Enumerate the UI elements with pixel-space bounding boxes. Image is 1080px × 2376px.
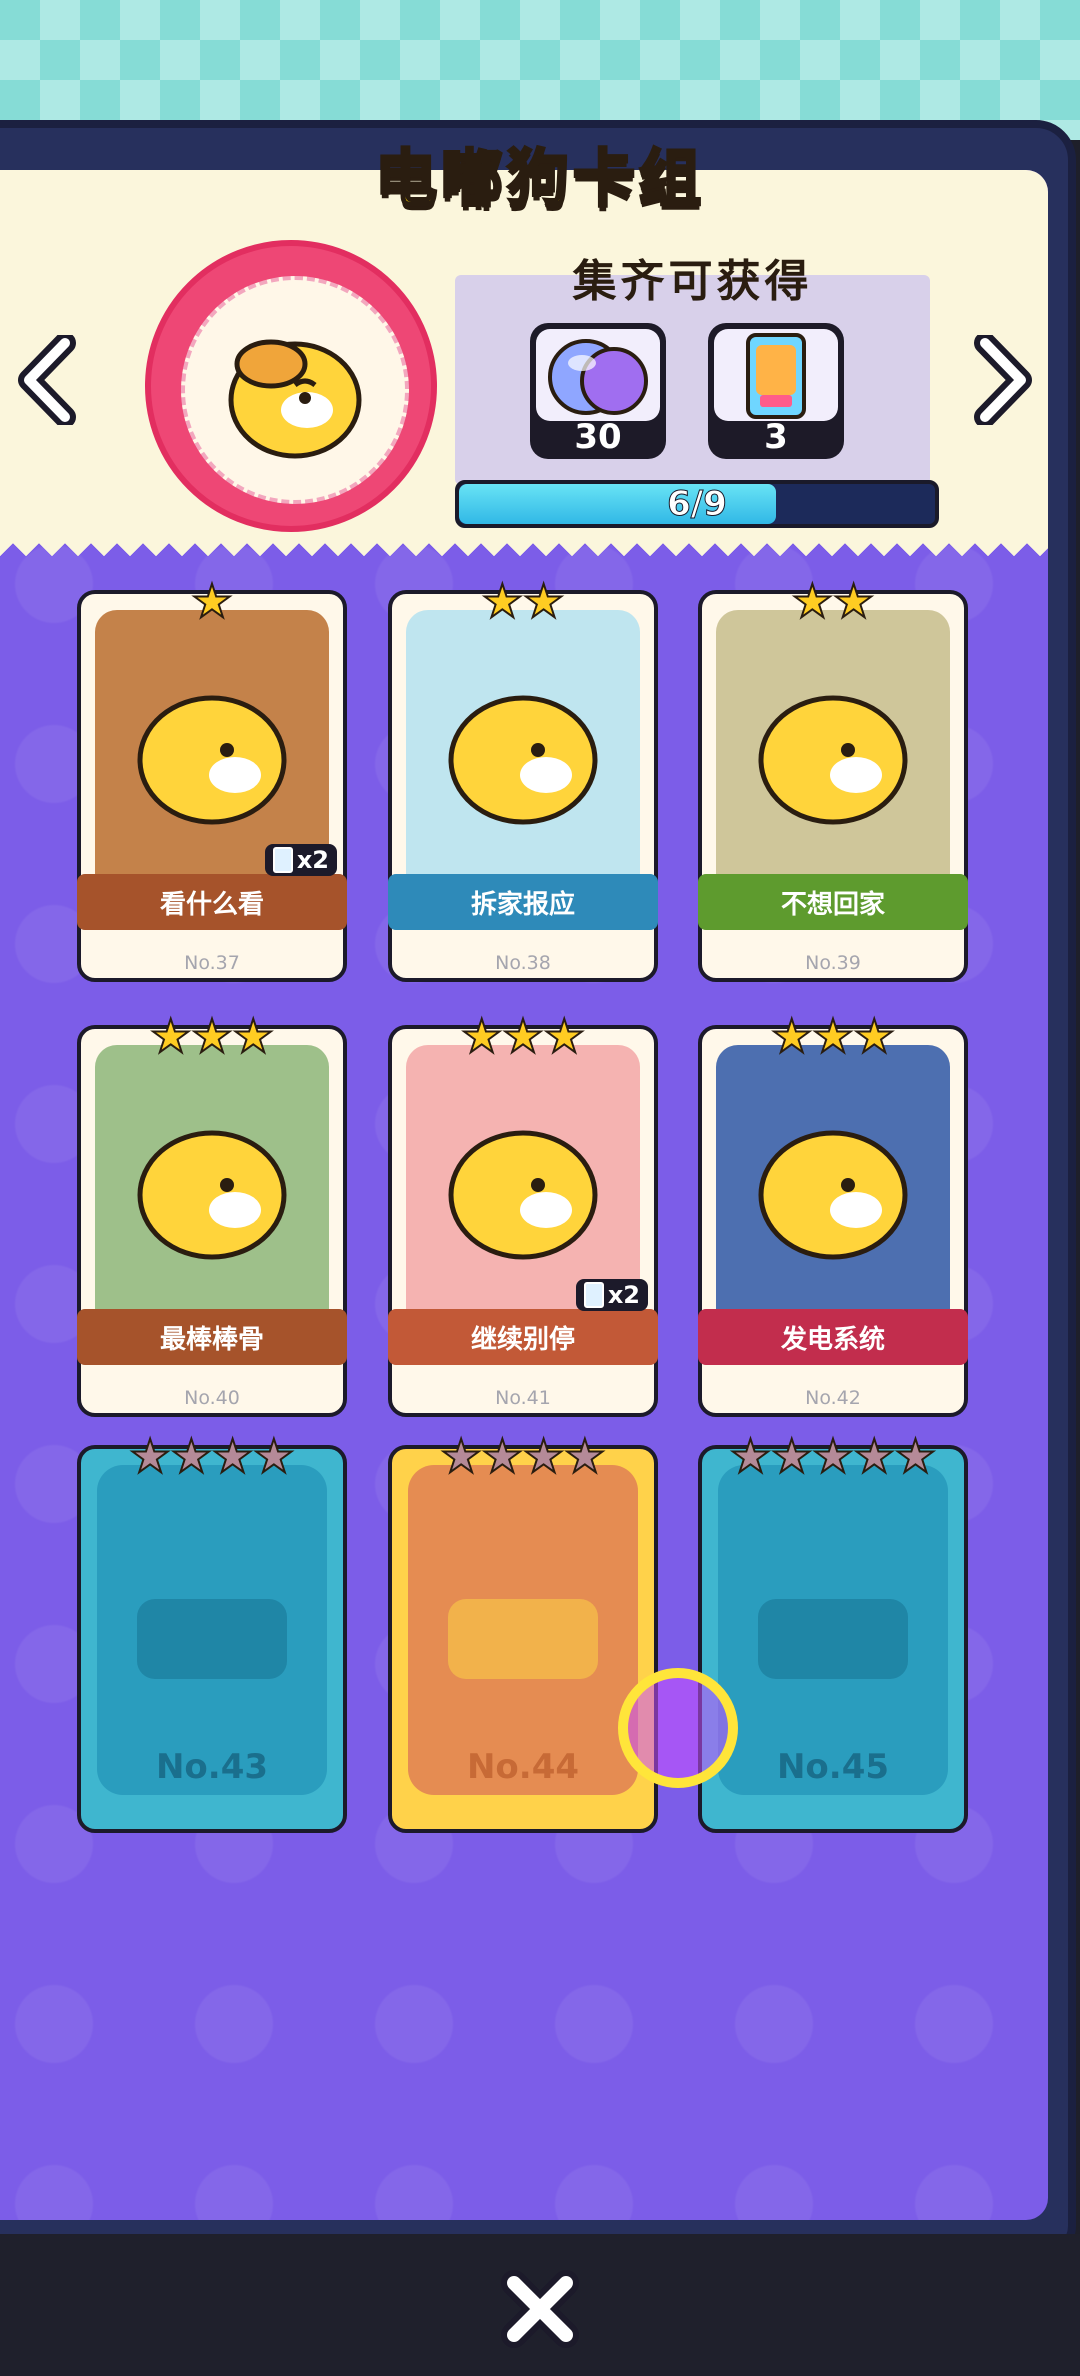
star-icon: ★: [522, 1429, 565, 1483]
close-icon: [501, 2270, 579, 2348]
star-rating: ★ ★: [702, 574, 964, 628]
card-name: 不想回家: [698, 874, 968, 930]
card-name: 拆家报应: [388, 874, 658, 930]
star-rating: ★ ★ ★: [702, 1009, 964, 1063]
star-icon: ★: [853, 1429, 896, 1483]
chevron-left-icon: [18, 335, 76, 425]
duplicate-badge: x2: [264, 844, 337, 876]
close-button[interactable]: [495, 2264, 585, 2354]
card-number: No.39: [805, 952, 861, 974]
chevron-right-icon: [974, 335, 1032, 425]
set-emblem: [145, 240, 437, 532]
star-icon: ★: [190, 574, 233, 628]
star-icon: ★: [770, 1009, 813, 1063]
progress-text: 6/9: [667, 484, 728, 525]
prev-set-button[interactable]: [14, 330, 84, 430]
star-icon: ★: [791, 574, 834, 628]
card-number: No.37: [184, 952, 240, 974]
star-icon: ★: [770, 1429, 813, 1483]
card-name: 发电系统: [698, 1309, 968, 1365]
set-logo-icon: [758, 1599, 908, 1679]
checker-background: [0, 0, 1080, 140]
star-icon: ★: [894, 1429, 937, 1483]
card-number: No.40: [184, 1387, 240, 1409]
star-icon: ★: [811, 1009, 854, 1063]
zigzag-divider: [0, 530, 1048, 556]
tap-highlight-ring: [618, 1668, 738, 1788]
card-name: 继续别停: [388, 1309, 658, 1365]
dog-illustration-icon: [758, 695, 908, 825]
star-icon: ★: [481, 1429, 524, 1483]
star-icon: ★: [232, 1009, 275, 1063]
star-icon: ★: [501, 1009, 544, 1063]
star-icon: ★: [149, 1009, 192, 1063]
star-icon: ★: [252, 1429, 295, 1483]
dog-illustration-icon: [448, 1130, 598, 1260]
star-icon: ★: [729, 1429, 772, 1483]
card-number: No.43: [155, 1747, 269, 1787]
star-icon: ★: [170, 1429, 213, 1483]
set-progress-bar: 6/9: [455, 480, 939, 528]
card-pack-icon: [746, 333, 806, 419]
card-name: 最棒棒骨: [77, 1309, 347, 1365]
star-icon: ★: [190, 1009, 233, 1063]
star-rating: ★: [81, 574, 343, 628]
duplicate-count: x2: [296, 846, 329, 874]
card-number: No.41: [495, 1387, 551, 1409]
collection-card[interactable]: ★ ★ 拆家报应 No.38: [388, 577, 658, 982]
dog-illustration-icon: [137, 1130, 287, 1260]
card-number: No.45: [776, 1747, 890, 1787]
collection-card[interactable]: ★ ★ ★ 发电系统 No.42: [698, 1012, 968, 1417]
duplicate-badge: x2: [575, 1279, 648, 1311]
card-number: No.38: [495, 952, 551, 974]
reward-card-pack[interactable]: 3: [708, 323, 844, 459]
reward-count: 30: [574, 417, 622, 457]
star-rating: ★ ★ ★ ★: [81, 1429, 343, 1483]
set-logo-icon: [137, 1599, 287, 1679]
collection-card[interactable]: ★ ★ ★ 最棒棒骨 No.40: [77, 1012, 347, 1417]
star-icon: ★: [128, 1429, 171, 1483]
dog-illustration-icon: [758, 1130, 908, 1260]
star-rating: ★ ★ ★ ★: [392, 1429, 654, 1483]
star-icon: ★: [543, 1009, 586, 1063]
star-icon: ★: [811, 1429, 854, 1483]
reward-heading: 集齐可获得: [572, 256, 813, 307]
star-rating: ★ ★ ★: [392, 1009, 654, 1063]
star-icon: ★: [460, 1009, 503, 1063]
star-icon: ★: [832, 574, 875, 628]
star-icon: ★: [481, 574, 524, 628]
reward-capsule[interactable]: 30: [530, 323, 666, 459]
reward-count: 3: [764, 417, 788, 457]
star-rating: ★ ★ ★: [81, 1009, 343, 1063]
card-number: No.42: [805, 1387, 861, 1409]
dog-illustration-icon: [137, 695, 287, 825]
collection-card[interactable]: ★ ★ ★ 继续别停 No.41 x2: [388, 1012, 658, 1417]
capsule-egg-icon: [548, 339, 648, 415]
page-title: 电嘟狗卡组: [373, 141, 705, 217]
dog-mascot-icon: [228, 339, 362, 459]
star-icon: ★: [563, 1429, 606, 1483]
locked-card[interactable]: No.43 ★ ★ ★ ★: [77, 1432, 347, 1833]
locked-card[interactable]: No.44 ★ ★ ★ ★: [388, 1432, 658, 1833]
duplicate-count: x2: [607, 1281, 640, 1309]
star-rating: ★ ★ ★ ★ ★: [702, 1429, 964, 1483]
collection-card[interactable]: ★ ★ 不想回家 No.39: [698, 577, 968, 982]
set-logo-icon: [448, 1599, 598, 1679]
dog-illustration-icon: [448, 695, 598, 825]
card-name: 看什么看: [77, 874, 347, 930]
star-icon: ★: [522, 574, 565, 628]
star-icon: ★: [439, 1429, 482, 1483]
card-number: No.44: [466, 1747, 580, 1787]
next-set-button[interactable]: [966, 330, 1036, 430]
collection-card[interactable]: ★ 看什么看 No.37 x2: [77, 577, 347, 982]
star-rating: ★ ★: [392, 574, 654, 628]
star-icon: ★: [211, 1429, 254, 1483]
card-mini-icon: [272, 847, 293, 873]
locked-card[interactable]: No.45 ★ ★ ★ ★ ★: [698, 1432, 968, 1833]
star-icon: ★: [853, 1009, 896, 1063]
card-mini-icon: [583, 1282, 604, 1308]
